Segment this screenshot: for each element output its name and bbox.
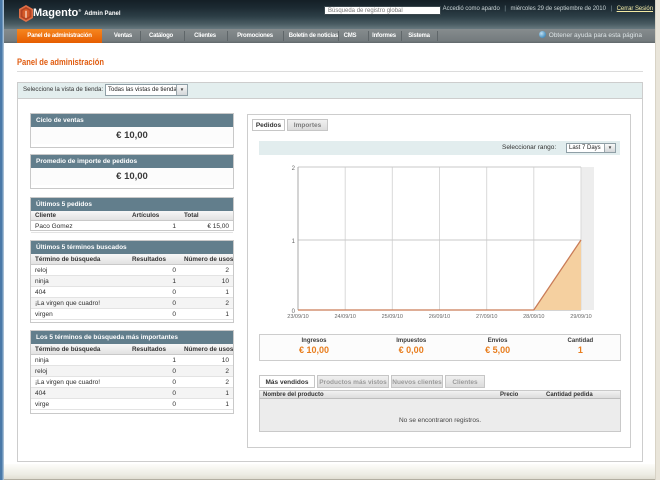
- svg-text:2: 2: [292, 166, 296, 172]
- svg-text:1: 1: [292, 239, 296, 245]
- svg-text:24/09/10: 24/09/10: [334, 314, 355, 320]
- svg-text:29/09/10: 29/09/10: [570, 314, 591, 320]
- svg-text:26/09/10: 26/09/10: [429, 314, 450, 320]
- svg-text:27/09/10: 27/09/10: [476, 314, 497, 320]
- svg-text:28/09/10: 28/09/10: [523, 314, 544, 320]
- svg-text:23/09/10: 23/09/10: [287, 314, 308, 320]
- svg-text:25/09/10: 25/09/10: [382, 314, 403, 320]
